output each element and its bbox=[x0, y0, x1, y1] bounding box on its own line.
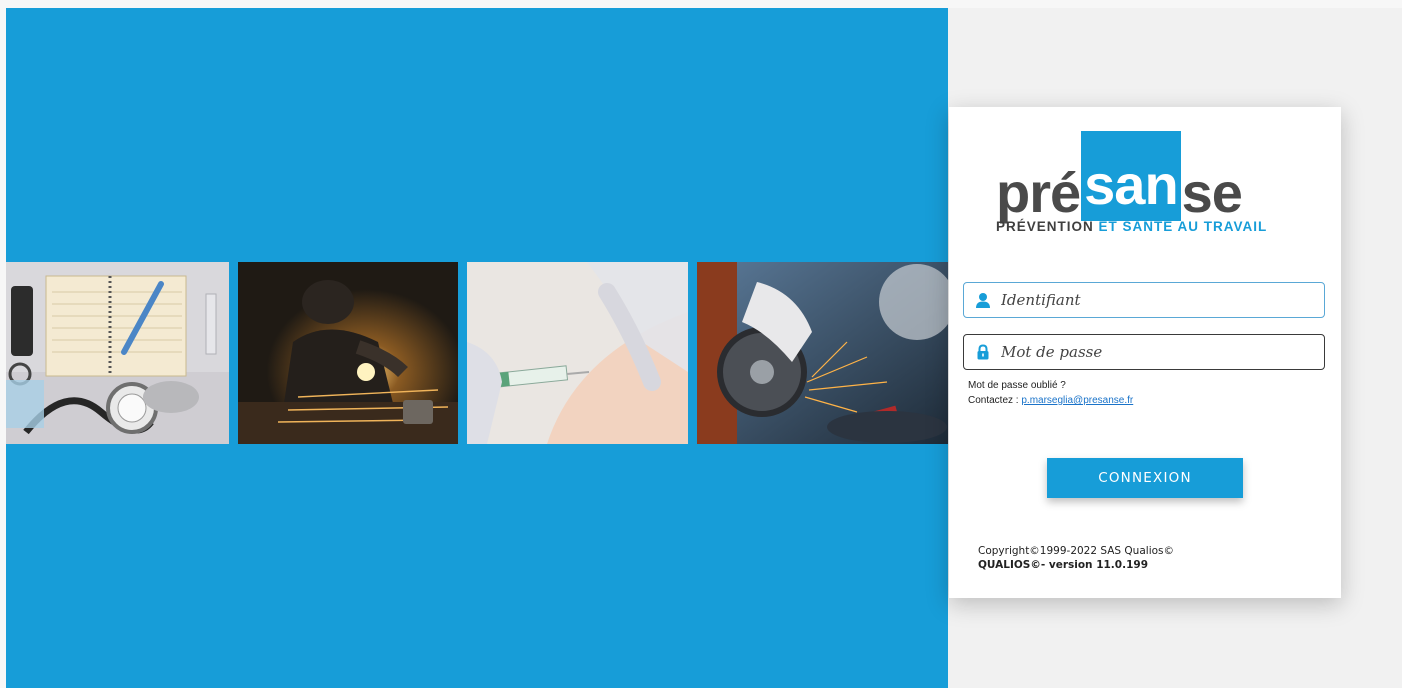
logo-tagline: PRÉVENTION ET SANTÉ AU TRAVAIL bbox=[996, 219, 1267, 234]
contact-line: Contactez : p.marseglia@presanse.fr bbox=[968, 393, 1133, 408]
tagline-part-1: PRÉVENTION bbox=[996, 219, 1094, 234]
copyright-text: Copyright©1999-2022 SAS Qualios© bbox=[978, 545, 1175, 557]
logo-wordmark: pré san se bbox=[996, 131, 1243, 224]
contact-label: Contactez : bbox=[968, 395, 1022, 406]
grinder-photo bbox=[697, 262, 948, 444]
password-input[interactable] bbox=[999, 342, 1323, 362]
lock-icon bbox=[977, 344, 989, 360]
vaccination-photo bbox=[467, 262, 688, 444]
footer-info: Copyright©1999-2022 SAS Qualios© QUALIOS… bbox=[978, 544, 1174, 572]
username-input[interactable] bbox=[999, 290, 1323, 310]
forgot-password-help: Mot de passe oublié ? Contactez : p.mars… bbox=[968, 378, 1133, 408]
hero-banner bbox=[6, 8, 948, 688]
medical-desk-photo bbox=[6, 262, 229, 444]
photo-strip bbox=[6, 262, 948, 444]
user-icon bbox=[976, 293, 990, 308]
forgot-password-text: Mot de passe oublié ? bbox=[968, 380, 1066, 391]
top-border bbox=[0, 0, 1402, 8]
tagline-part-2: ET SANTÉ AU TRAVAIL bbox=[1098, 219, 1268, 234]
connexion-button[interactable]: CONNEXION bbox=[1047, 458, 1243, 498]
logo-part-right: se bbox=[1181, 161, 1243, 224]
logo-part-mid: san bbox=[1081, 131, 1181, 221]
version-text: QUALIOS©- version 11.0.199 bbox=[978, 559, 1149, 571]
password-field[interactable] bbox=[963, 334, 1325, 370]
username-field[interactable] bbox=[963, 282, 1325, 318]
contact-email-link[interactable]: p.marseglia@presanse.fr bbox=[1021, 395, 1133, 406]
presanse-logo: pré san se PRÉVENTION ET SANTÉ AU TRAVAIL bbox=[996, 131, 1296, 243]
login-card: pré san se PRÉVENTION ET SANTÉ AU TRAVAIL … bbox=[949, 107, 1341, 598]
welder-photo bbox=[238, 262, 458, 444]
logo-part-left: pré bbox=[996, 161, 1081, 224]
